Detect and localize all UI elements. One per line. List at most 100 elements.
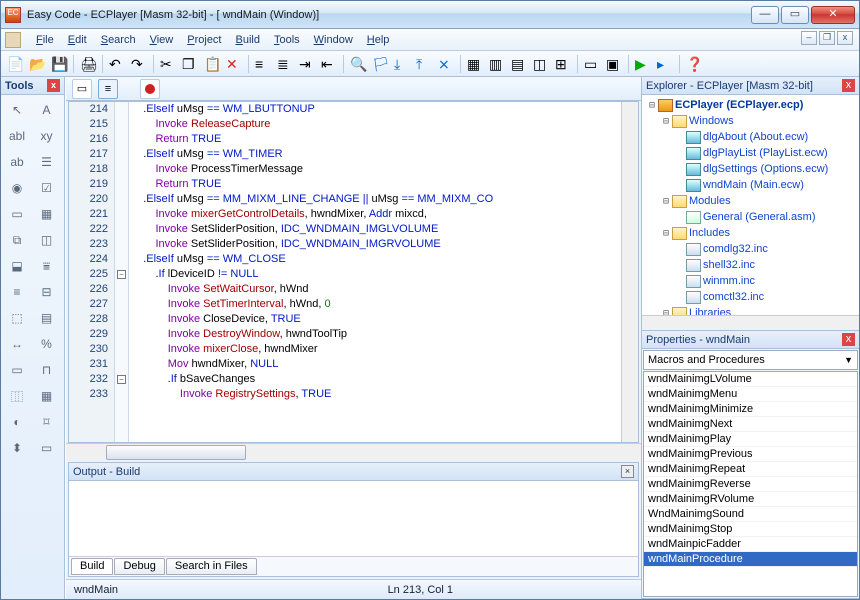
code-area[interactable]: .ElseIf uMsg == WM_LBUTTONUP Invoke Rele…	[129, 102, 621, 442]
output-tab-debug[interactable]: Debug	[114, 558, 164, 575]
titlebar[interactable]: EC Easy Code - ECPlayer [Masm 32-bit] - …	[1, 1, 859, 29]
indent2-button[interactable]: ⇥	[297, 54, 317, 74]
tree-twist-icon[interactable]: ⊟	[660, 308, 672, 316]
tree-node[interactable]: ⊟Includes	[642, 225, 859, 241]
editor-hscroll[interactable]	[66, 443, 641, 460]
menu-file[interactable]: File	[29, 32, 61, 48]
props-close-icon[interactable]: x	[842, 333, 855, 346]
build-button[interactable]: ▭	[582, 54, 602, 74]
props-dropdown[interactable]: Macros and Procedures▼	[643, 350, 858, 370]
tools-close-icon[interactable]: x	[47, 79, 60, 92]
project-tree[interactable]: ⊟ECPlayer (ECPlayer.ecp)⊟WindowsdlgAbout…	[642, 95, 859, 315]
menu-help[interactable]: Help	[360, 32, 397, 48]
output-tab-build[interactable]: Build	[71, 558, 113, 575]
tree-twist-icon[interactable]: ⊟	[660, 228, 672, 239]
tree-node[interactable]: ⊟Libraries	[642, 305, 859, 315]
editor-vscroll[interactable]	[621, 102, 638, 442]
record-button[interactable]	[140, 79, 160, 99]
indent-button[interactable]: ≡	[253, 54, 273, 74]
save-button[interactable]: 💾	[49, 54, 69, 74]
prop-item[interactable]: wndMainimgLVolume	[644, 372, 857, 387]
tool-c[interactable]: ▤	[509, 54, 529, 74]
toolbox-item-5[interactable]: ☰	[35, 151, 59, 173]
prop-item[interactable]: wndMainimgNext	[644, 417, 857, 432]
output-body[interactable]	[69, 481, 638, 556]
print-button[interactable]: 🖨	[78, 54, 98, 74]
menu-tools[interactable]: Tools	[267, 32, 307, 48]
props-list[interactable]: wndMainimgLVolumewndMainimgMenu wndMainim…	[643, 371, 858, 597]
menu-build[interactable]: Build	[229, 32, 267, 48]
tree-node[interactable]: wndMain (Main.ecw)	[642, 177, 859, 193]
toolbox-item-30[interactable]	[5, 489, 29, 511]
bookmark-prev[interactable]: ⤒	[414, 54, 434, 74]
menu-project[interactable]: Project	[180, 32, 228, 48]
toolbox-item-22[interactable]: ⿲	[5, 385, 29, 407]
tree-node[interactable]: comdlg32.inc	[642, 241, 859, 257]
fold-gutter[interactable]: −−	[115, 102, 129, 442]
menu-search[interactable]: Search	[94, 32, 143, 48]
tree-twist-icon[interactable]: ⊟	[660, 196, 672, 207]
toolbox-item-4[interactable]: ab	[5, 151, 29, 173]
tree-node[interactable]: winmm.inc	[642, 273, 859, 289]
debug-button[interactable]: ▸	[655, 54, 675, 74]
prop-item[interactable]: wndMainProcedure	[644, 552, 857, 567]
maximize-button[interactable]: ▭	[781, 6, 809, 24]
undo-button[interactable]: ↶	[107, 54, 127, 74]
toolbox-item-20[interactable]: ▭	[5, 359, 29, 381]
tool-a[interactable]: ▦	[465, 54, 485, 74]
tree-node[interactable]: ⊟Windows	[642, 113, 859, 129]
toolbox-item-8[interactable]: ▭	[5, 203, 29, 225]
outdent-button[interactable]: ≣	[275, 54, 295, 74]
tree-node[interactable]: dlgPlayList (PlayList.ecw)	[642, 145, 859, 161]
output-close-icon[interactable]: ×	[621, 465, 634, 478]
mdi-restore[interactable]: ❐	[819, 31, 835, 45]
explorer-close-icon[interactable]: x	[842, 79, 855, 92]
copy-button[interactable]: ❐	[180, 54, 200, 74]
toolbox-item-7[interactable]: ☑	[35, 177, 59, 199]
toolbox-item-2[interactable]: abl	[5, 125, 29, 147]
toolbox-item-24[interactable]: ◐	[5, 411, 29, 433]
menu-view[interactable]: View	[143, 32, 181, 48]
prop-item[interactable]: wndMainimgRepeat	[644, 462, 857, 477]
toolbox-item-23[interactable]: ▦	[35, 385, 59, 407]
fold-toggle[interactable]: −	[117, 375, 126, 384]
toolbox-item-16[interactable]: ⬚	[5, 307, 29, 329]
prop-item[interactable]: wndMainimgRVolume	[644, 492, 857, 507]
toolbox-item-14[interactable]: ≡	[5, 281, 29, 303]
mdi-close[interactable]: x	[837, 31, 853, 45]
open-button[interactable]: 📂	[27, 54, 47, 74]
toolbox-item-6[interactable]: ◉	[5, 177, 29, 199]
toolbox-item-29[interactable]	[35, 463, 59, 485]
paste-button[interactable]: 📋	[202, 54, 222, 74]
outdent2-button[interactable]: ⇤	[319, 54, 339, 74]
minimize-button[interactable]: —	[751, 6, 779, 24]
run-button[interactable]: ▶	[633, 54, 653, 74]
toolbox-item-1[interactable]: A	[35, 99, 59, 121]
tree-node[interactable]: dlgSettings (Options.ecw)	[642, 161, 859, 177]
toolbox-item-3[interactable]: xy	[35, 125, 59, 147]
close-button[interactable]: ✕	[811, 6, 855, 24]
tree-node[interactable]: ⊟ECPlayer (ECPlayer.ecp)	[642, 97, 859, 113]
tree-node[interactable]: dlgAbout (About.ecw)	[642, 129, 859, 145]
bookmark-clear[interactable]: ⨯	[436, 54, 456, 74]
cut-button[interactable]: ✂	[158, 54, 178, 74]
view-form-button[interactable]: ▭	[72, 79, 92, 99]
menu-edit[interactable]: Edit	[61, 32, 94, 48]
toolbox-item-10[interactable]: ⧉	[5, 229, 29, 251]
toolbox-item-26[interactable]: ⬍	[5, 437, 29, 459]
prop-item[interactable]: wndMainimgMenu	[644, 387, 857, 402]
toolbox-item-11[interactable]: ◫	[35, 229, 59, 251]
tree-node[interactable]: ⊟Modules	[642, 193, 859, 209]
new-button[interactable]: 📄	[5, 54, 25, 74]
prop-item[interactable]: wndMainimgPrevious	[644, 447, 857, 462]
delete-button[interactable]: ✕	[224, 54, 244, 74]
help-button[interactable]: ❓	[684, 54, 704, 74]
toolbox-item-12[interactable]: ⬓	[5, 255, 29, 277]
tree-node[interactable]: General (General.asm)	[642, 209, 859, 225]
tree-twist-icon[interactable]: ⊟	[660, 116, 672, 127]
tree-node[interactable]: shell32.inc	[642, 257, 859, 273]
tool-e[interactable]: ⊞	[553, 54, 573, 74]
bookmark-button[interactable]: 🏳	[370, 54, 390, 74]
prop-item[interactable]: wndMainimgStop	[644, 522, 857, 537]
toolbox-item-15[interactable]: ⊟	[35, 281, 59, 303]
